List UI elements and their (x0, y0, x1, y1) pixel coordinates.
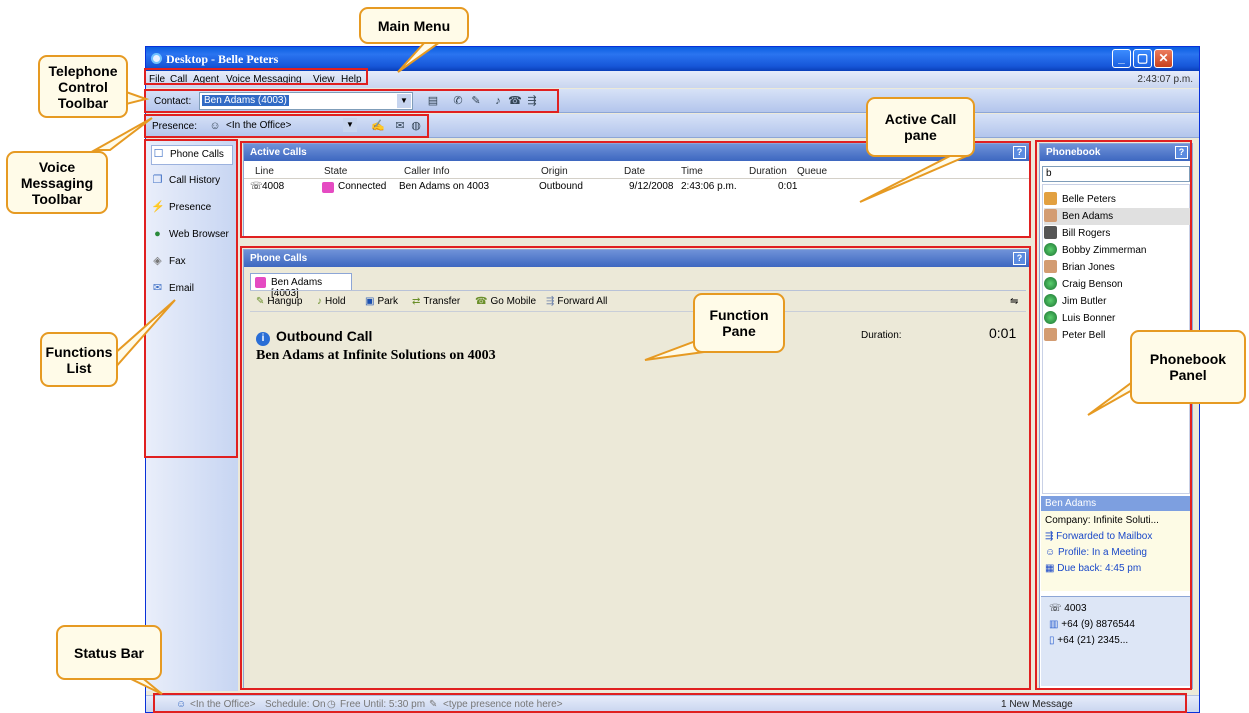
window-title: Desktop - Belle Peters (166, 52, 279, 66)
status-bar-highlight (153, 693, 1187, 713)
functions-list-highlight (144, 139, 238, 458)
callout-voice-messaging-toolbar: Voice Messaging Toolbar (6, 151, 108, 214)
close-button[interactable]: ✕ (1154, 49, 1173, 68)
callout-main-menu: Main Menu (359, 7, 469, 44)
callout-function-pane: Function Pane (693, 293, 785, 353)
voice-toolbar-highlight (144, 114, 429, 138)
maximize-button[interactable]: ▢ (1133, 49, 1152, 68)
clock: 2:43:07 p.m. (1137, 74, 1193, 85)
callout-status-bar: Status Bar (56, 625, 162, 680)
main-menu-highlight (144, 68, 368, 85)
callout-phonebook-panel: Phonebook Panel (1130, 330, 1246, 404)
callout-active-call-pane: Active Call pane (866, 97, 975, 157)
minimize-button[interactable]: _ (1112, 49, 1131, 68)
phonebook-panel-highlight (1035, 140, 1192, 690)
telephone-toolbar-highlight (144, 89, 559, 113)
callout-functions-list: Functions List (40, 332, 118, 387)
app-icon (151, 53, 162, 64)
function-pane-highlight (240, 246, 1031, 690)
callout-telephone-control-toolbar: Telephone Control Toolbar (38, 55, 128, 118)
